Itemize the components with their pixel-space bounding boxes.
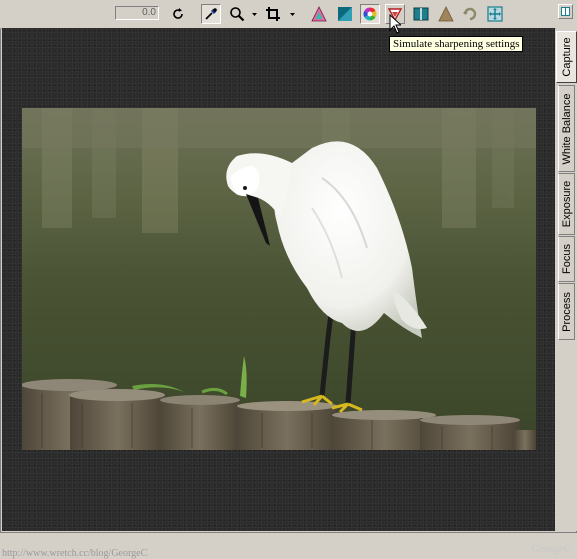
rotate-icon[interactable] bbox=[168, 4, 188, 24]
shadow-warning-icon[interactable] bbox=[335, 4, 355, 24]
fit-screen-icon[interactable] bbox=[485, 4, 505, 24]
undo-swirl-icon[interactable] bbox=[460, 4, 480, 24]
tooltip: Simulate sharpening settings bbox=[389, 36, 524, 52]
tab-exposure[interactable]: Exposure bbox=[558, 173, 575, 235]
compare-icon[interactable] bbox=[411, 4, 431, 24]
panel-toggle-icon[interactable] bbox=[558, 4, 573, 19]
rotation-angle-field[interactable]: 0.0 bbox=[115, 6, 159, 20]
tab-white-balance[interactable]: White Balance bbox=[558, 85, 575, 172]
highlight-warning-icon[interactable] bbox=[309, 4, 329, 24]
egret-photo bbox=[22, 108, 536, 450]
mouse-cursor-icon bbox=[389, 14, 401, 34]
tab-focus[interactable]: Focus bbox=[558, 236, 575, 282]
crop-dropdown-icon[interactable] bbox=[289, 9, 296, 19]
crop-icon[interactable] bbox=[263, 4, 283, 24]
image-canvas[interactable]: http://www.wretch.cc/blog/GeorgeC George… bbox=[2, 28, 571, 559]
tab-process[interactable]: Process bbox=[558, 283, 575, 340]
zoom-dropdown-icon[interactable] bbox=[251, 9, 258, 19]
vertical-tab-strip: Capture White Balance Exposure Focus Pro… bbox=[556, 28, 577, 531]
color-wheel-icon[interactable] bbox=[360, 4, 380, 24]
tab-capture[interactable]: Capture bbox=[556, 31, 577, 83]
toolbar: 0.0 bbox=[0, 0, 577, 29]
watermark-signature: GeorgeC bbox=[531, 543, 571, 555]
eyedropper-icon[interactable] bbox=[201, 4, 221, 24]
watermark-url: http://www.wretch.cc/blog/GeorgeC bbox=[2, 548, 148, 559]
zoom-icon[interactable] bbox=[227, 4, 247, 24]
triangle-icon[interactable] bbox=[436, 4, 456, 24]
